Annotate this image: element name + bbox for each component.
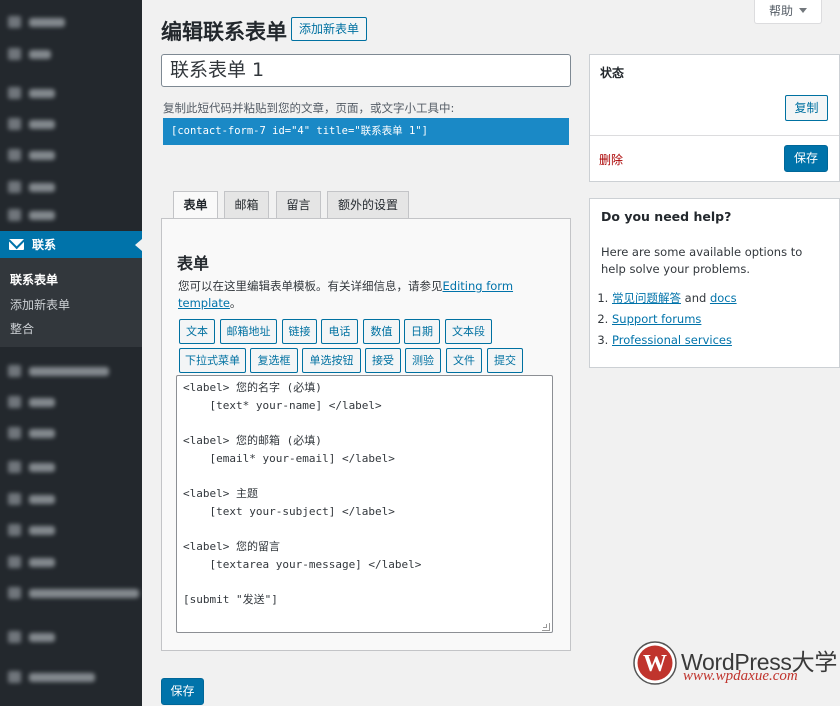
- blurred-menu-item[interactable]: [8, 395, 55, 409]
- plugins-icon: [8, 396, 21, 408]
- tag-quiz-button[interactable]: 测验: [405, 348, 441, 373]
- status-box: 状态 复制 删除 保存: [589, 54, 840, 182]
- dashboard-icon: [8, 16, 21, 28]
- tag-tel-button[interactable]: 电话: [321, 319, 358, 344]
- seo-icon: [8, 524, 21, 536]
- tag-number-button[interactable]: 数值: [363, 319, 400, 344]
- comments-icon: [8, 181, 21, 193]
- list-item: 常见问题解答 and docs: [612, 288, 828, 309]
- blurred-menu-item[interactable]: [8, 364, 109, 378]
- bottom-save-button[interactable]: 保存: [161, 678, 204, 705]
- contact-submenu: 联系表单 添加新表单 整合: [0, 258, 142, 347]
- blurred-menu-item[interactable]: [8, 670, 95, 684]
- blurred-menu-item[interactable]: [8, 426, 55, 440]
- status-title: 状态: [600, 66, 625, 80]
- docs-link[interactable]: docs: [710, 291, 737, 305]
- users-icon: [8, 427, 21, 439]
- tag-text-button[interactable]: 文本: [179, 319, 215, 344]
- add-new-form-button[interactable]: 添加新表单: [291, 17, 368, 41]
- settings-icon: [8, 493, 21, 505]
- form-title-input[interactable]: 联系表单 1: [161, 54, 571, 87]
- divider: [590, 135, 839, 136]
- sidebar-item-contact[interactable]: 联系: [0, 231, 142, 258]
- help-list: 常见问题解答 and docs Support forums Professio…: [612, 288, 828, 351]
- tab-additional-settings[interactable]: 额外的设置: [327, 191, 409, 219]
- tag-file-button[interactable]: 文件: [446, 348, 482, 373]
- form-panel: 表单 您可以在这里编辑表单模板。有关详细信息，请参见Editing form t…: [161, 218, 571, 651]
- copy-button[interactable]: 复制: [785, 95, 828, 121]
- tab-messages[interactable]: 留言: [276, 191, 321, 219]
- plugin-menu-icon: [8, 671, 21, 683]
- tag-textarea-button[interactable]: 文本段: [445, 319, 492, 344]
- tag-checkbox-button[interactable]: 复选框: [250, 348, 298, 373]
- plugin-menu-icon: [8, 631, 21, 643]
- tab-form[interactable]: 表单: [173, 191, 218, 220]
- blurred-menu-item[interactable]: [8, 555, 55, 569]
- form-template-textarea[interactable]: <label> 您的名字 (必填) [text* your-name] </la…: [176, 375, 553, 633]
- current-menu-arrow: [135, 239, 142, 251]
- blurred-menu-item[interactable]: [8, 523, 55, 537]
- tag-dropdown-button[interactable]: 下拉式菜单: [179, 348, 246, 373]
- tag-radio-button[interactable]: 单选按钮: [302, 348, 361, 373]
- sidebar-item-label: 联系: [32, 238, 57, 252]
- blurred-menu-item[interactable]: [8, 15, 65, 29]
- help-text: Here are some available options to help …: [601, 245, 803, 276]
- menu-icon: [8, 209, 21, 221]
- faq-link[interactable]: 常见问题解答: [612, 291, 681, 305]
- panel-title: 表单: [177, 254, 210, 273]
- and-text: and: [684, 291, 707, 305]
- blurred-menu-item[interactable]: [8, 208, 55, 222]
- panel-description-text: 您可以在这里编辑表单模板。有关详细信息，请参见: [178, 279, 443, 293]
- shortcode-label: 复制此短代码并粘贴到您的文章，页面，或文字小工具中:: [163, 101, 455, 115]
- shortcode-field[interactable]: [contact-form-7 id="4" title="联系表单 1"]: [163, 118, 569, 145]
- blurred-menu-item[interactable]: [8, 460, 55, 474]
- submenu-contact-forms[interactable]: 联系表单: [0, 268, 142, 293]
- tag-date-button[interactable]: 日期: [404, 319, 440, 344]
- pin-icon: [8, 87, 21, 99]
- tab-mail[interactable]: 邮箱: [224, 191, 269, 219]
- plugin-menu-icon: [8, 556, 21, 568]
- watermark-url: www.wpdaxue.com: [683, 668, 798, 684]
- tag-acceptance-button[interactable]: 接受: [365, 348, 401, 373]
- support-forums-link[interactable]: Support forums: [612, 312, 701, 326]
- blurred-menu-item[interactable]: [8, 148, 55, 162]
- help-tab-label: 帮助: [768, 4, 793, 18]
- caret-down-icon: [799, 8, 807, 13]
- help-title: Do you need help?: [601, 209, 732, 224]
- list-item: Support forums: [612, 309, 828, 330]
- plugin-menu-icon: [8, 587, 21, 599]
- wordpress-logo-icon: W: [633, 641, 677, 685]
- mail-icon: [9, 239, 24, 250]
- blurred-menu-item[interactable]: [8, 492, 55, 506]
- help-tab-button[interactable]: 帮助: [754, 0, 822, 24]
- blurred-menu-item[interactable]: [8, 586, 139, 600]
- resize-handle-icon[interactable]: [542, 623, 550, 631]
- tag-email-button[interactable]: 邮箱地址: [220, 319, 277, 344]
- tag-submit-button[interactable]: 提交: [487, 348, 523, 373]
- tools-icon: [8, 461, 21, 473]
- svg-text:W: W: [643, 651, 667, 677]
- blurred-menu-item[interactable]: [8, 630, 55, 644]
- blurred-menu-item[interactable]: [8, 86, 55, 100]
- list-item: Professional services: [612, 330, 828, 351]
- media-icon: [8, 118, 21, 130]
- save-button[interactable]: 保存: [784, 145, 828, 172]
- submenu-add-new-form[interactable]: 添加新表单: [0, 293, 142, 318]
- panel-description: 您可以在这里编辑表单模板。有关详细信息，请参见Editing form temp…: [178, 278, 523, 312]
- admin-sidebar: 联系 联系表单 添加新表单 整合: [0, 0, 142, 706]
- blurred-menu-item[interactable]: [8, 117, 55, 131]
- delete-link[interactable]: 删除: [599, 151, 623, 168]
- page-title: 编辑联系表单: [161, 20, 287, 44]
- submenu-integration[interactable]: 整合: [0, 317, 142, 342]
- tag-url-button[interactable]: 链接: [282, 319, 317, 344]
- professional-services-link[interactable]: Professional services: [612, 333, 732, 347]
- menu-icon: [8, 48, 21, 60]
- help-box: Do you need help? Here are some availabl…: [589, 198, 840, 368]
- blurred-menu-item[interactable]: [8, 180, 55, 194]
- page-icon: [8, 149, 21, 161]
- appearance-icon: [8, 365, 21, 377]
- blurred-menu-item[interactable]: [8, 47, 51, 61]
- panel-description-end: 。: [229, 296, 242, 310]
